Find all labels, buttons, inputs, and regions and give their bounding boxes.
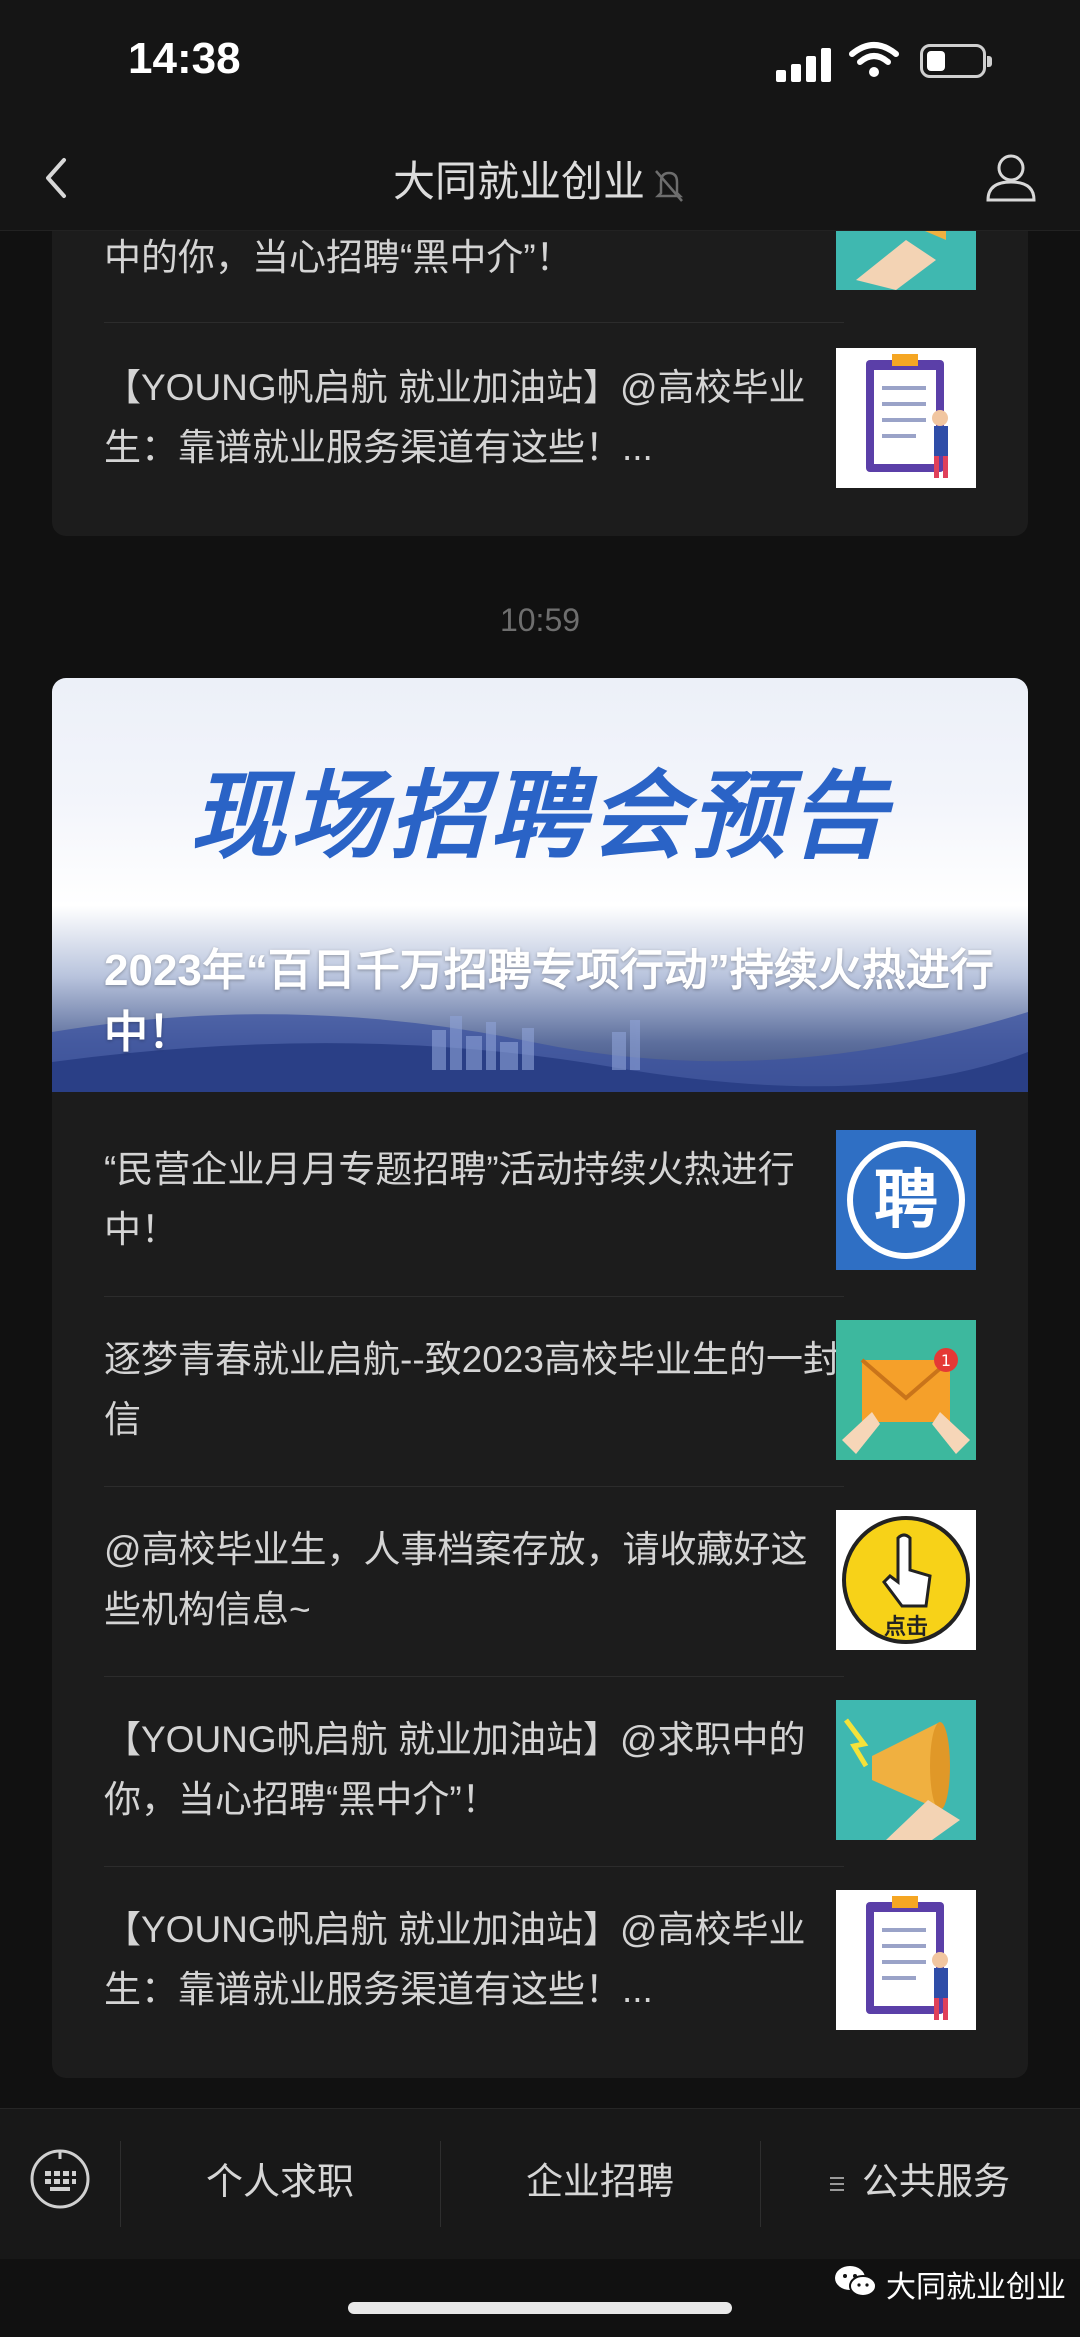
previous-message-card: 中的你，当心招聘“黑中介”！ 【YOUNG帆启航 就业加油站】@高校毕业生：靠谱… [52,180,1028,536]
banner-headline: 现场招聘会预告 [190,763,890,870]
divider [104,1676,844,1677]
divider [104,1296,844,1297]
wifi-icon [849,42,899,77]
article-title[interactable]: “民营企业月月专题招聘”活动持续火热进行中！ [104,1140,844,1260]
message-card: 现场招聘会预告 2023年“百日千万招聘专项行动”持续火热进行中！ “民营企业月… [52,678,1028,2078]
watermark-text: 大同就业创业 [886,2271,1066,2304]
menu-label: 公共服务 [862,2161,1010,2202]
megaphone-thumbnail[interactable] [836,1700,976,1840]
divider [104,1486,844,1487]
mute-bell-icon [654,170,684,202]
article-title[interactable]: 中的你，当心招聘“黑中介”！ [104,228,844,288]
cellular-signal-icon [776,44,834,82]
wechat-icon [835,2266,877,2297]
battery-icon [920,44,992,78]
menu-public-services[interactable]: 公共服务 [760,2109,1080,2259]
nav-title-wrap: 大同就业创业 [0,148,1080,209]
message-timestamp: 10:59 [499,602,581,638]
home-indicator[interactable] [348,2302,732,2314]
checklist-thumbnail[interactable] [836,1890,976,2030]
keyboard-icon[interactable] [28,2147,92,2211]
profile-icon[interactable] [984,148,1038,208]
hire-badge-thumbnail[interactable]: 聘 [836,1130,976,1270]
divider [104,1866,844,1867]
divider [104,322,844,323]
menu-enterprise-hiring[interactable]: 企业招聘 [440,2109,760,2259]
bottom-menu: 个人求职 企业招聘 公共服务 [0,2108,1080,2259]
banner-article[interactable]: 现场招聘会预告 2023年“百日千万招聘专项行动”持续火热进行中！ [52,678,1028,1092]
click-button-thumbnail[interactable]: 点击 [836,1510,976,1650]
submenu-list-icon [830,2177,844,2192]
nav-bar-backdrop: 大同就业创业 [0,130,1080,231]
menu-personal-job[interactable]: 个人求职 [120,2109,440,2259]
envelope-badge: 1 [941,1351,951,1370]
checklist-thumbnail[interactable] [836,348,976,488]
envelope-thumbnail[interactable]: 1 [836,1320,976,1460]
status-time: 14:38 [128,34,241,83]
click-label: 点击 [884,1614,928,1640]
article-title[interactable]: 【YOUNG帆启航 就业加油站】@高校毕业生：靠谱就业服务渠道有这些！... [104,358,844,478]
status-bar: 14:38 [0,0,1080,130]
page-title: 大同就业创业 [392,158,645,205]
article-title[interactable]: 【YOUNG帆启航 就业加油站】@求职中的你，当心招聘“黑中介”！ [104,1710,844,1830]
article-title[interactable]: @高校毕业生，人事档案存放，请收藏好这些机构信息~ [104,1520,844,1640]
article-title[interactable]: 逐梦青春就业启航--致2023高校毕业生的一封信 [104,1330,844,1450]
article-title[interactable]: 【YOUNG帆启航 就业加油站】@高校毕业生：靠谱就业服务渠道有这些！... [104,1900,844,2020]
thumb-label: 聘 [874,1164,938,1238]
banner-title: 2023年“百日千万招聘专项行动”持续火热进行中！ [104,946,994,1057]
